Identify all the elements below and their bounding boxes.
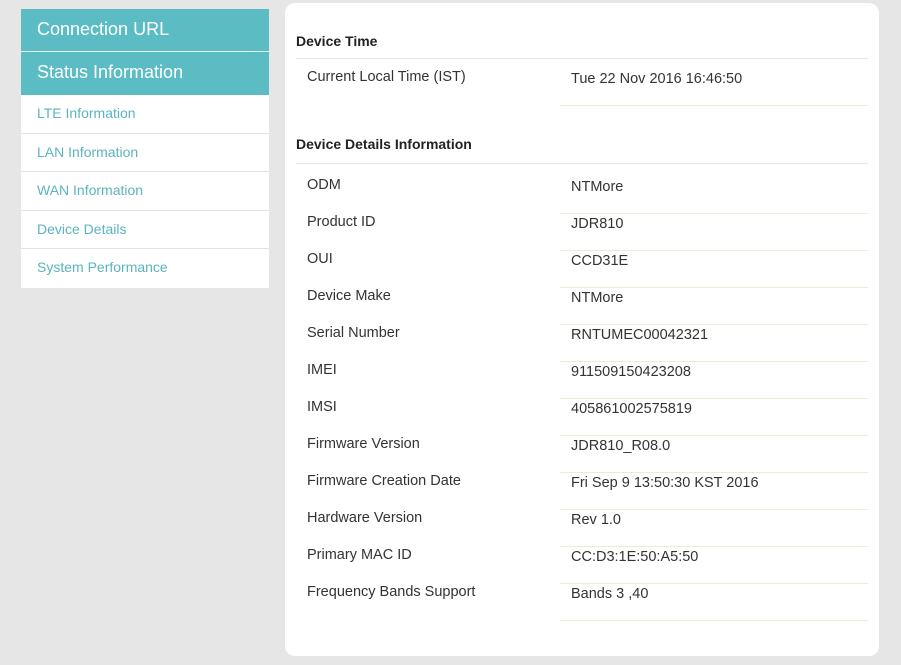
sidebar-header-connection-url[interactable]: Connection URL <box>21 9 269 52</box>
sidebar-item-system-performance[interactable]: System Performance <box>21 249 269 288</box>
device-time-table: Current Local Time (IST) Tue 22 Nov 2016… <box>285 69 868 106</box>
row-label: Hardware Version <box>307 510 423 526</box>
main-panel: Device Time Current Local Time (IST) Tue… <box>285 3 879 656</box>
row-label: ODM <box>307 177 341 193</box>
row-label: IMSI <box>307 399 337 415</box>
row-label: IMEI <box>307 362 337 378</box>
section-title-device-details: Device Details Information <box>296 136 868 164</box>
row-label: Primary MAC ID <box>307 547 412 563</box>
row-label: Firmware Creation Date <box>307 473 461 489</box>
row-label: Frequency Bands Support <box>307 584 476 600</box>
sidebar-item-lte-information[interactable]: LTE Information <box>21 95 269 134</box>
device-details-table: ODM NTMore Product ID JDR810 OUI CCD31E … <box>285 177 868 621</box>
table-row: Serial Number RNTUMEC00042321 <box>285 325 868 362</box>
row-label: OUI <box>307 251 333 267</box>
table-row: Frequency Bands Support Bands 3 ,40 <box>285 584 868 621</box>
sidebar-item-lan-information[interactable]: LAN Information <box>21 134 269 172</box>
table-row: IMSI 405861002575819 <box>285 399 868 436</box>
row-label: Product ID <box>307 214 376 230</box>
row-value: JDR810_R08.0 <box>560 436 868 473</box>
sidebar-item-device-details[interactable]: Device Details <box>21 211 269 249</box>
sidebar-nav: Connection URL Status Information LTE In… <box>21 9 269 288</box>
row-value: CC:D3:1E:50:A5:50 <box>560 547 868 584</box>
row-label: Current Local Time (IST) <box>307 69 466 85</box>
sidebar-item-wan-information[interactable]: WAN Information <box>21 172 269 211</box>
table-row: Current Local Time (IST) Tue 22 Nov 2016… <box>285 69 868 106</box>
table-row: Primary MAC ID CC:D3:1E:50:A5:50 <box>285 547 868 584</box>
row-value: Rev 1.0 <box>560 510 868 547</box>
row-value: Bands 3 ,40 <box>560 584 868 621</box>
row-value: RNTUMEC00042321 <box>560 325 868 362</box>
row-label: Firmware Version <box>307 436 420 452</box>
section-title-device-time: Device Time <box>296 33 868 59</box>
row-label: Device Make <box>307 288 391 304</box>
row-value: 911509150423208 <box>560 362 868 399</box>
table-row: Firmware Creation Date Fri Sep 9 13:50:3… <box>285 473 868 510</box>
row-value: Fri Sep 9 13:50:30 KST 2016 <box>560 473 868 510</box>
row-value: NTMore <box>560 288 868 325</box>
table-row: Hardware Version Rev 1.0 <box>285 510 868 547</box>
row-value: NTMore <box>560 177 868 214</box>
sidebar-menu: LTE Information LAN Information WAN Info… <box>21 95 269 288</box>
sidebar-header-status-information[interactable]: Status Information <box>21 52 269 95</box>
row-value: 405861002575819 <box>560 399 868 436</box>
table-row: OUI CCD31E <box>285 251 868 288</box>
table-row: IMEI 911509150423208 <box>285 362 868 399</box>
row-value: Tue 22 Nov 2016 16:46:50 <box>560 69 868 106</box>
table-row: Firmware Version JDR810_R08.0 <box>285 436 868 473</box>
table-row: Device Make NTMore <box>285 288 868 325</box>
table-row: ODM NTMore <box>285 177 868 214</box>
row-label: Serial Number <box>307 325 400 341</box>
table-row: Product ID JDR810 <box>285 214 868 251</box>
row-value: JDR810 <box>560 214 868 251</box>
row-value: CCD31E <box>560 251 868 288</box>
